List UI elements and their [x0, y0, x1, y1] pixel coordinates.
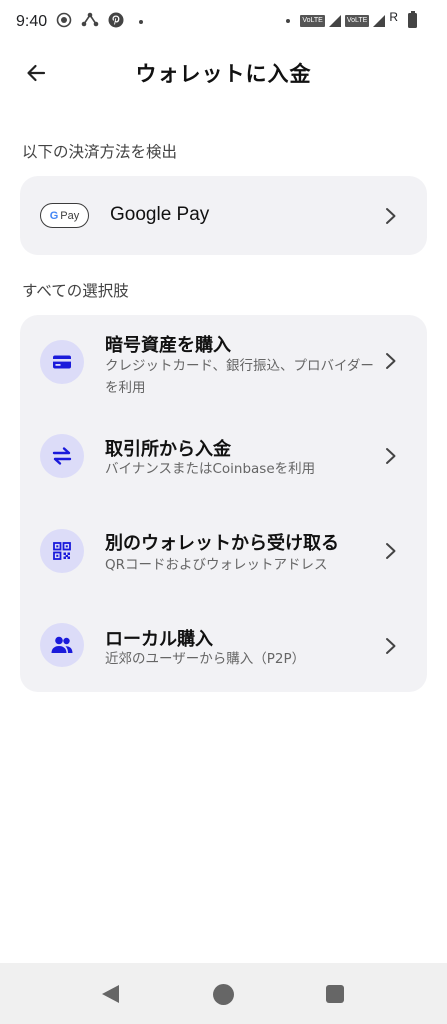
option-exchange-deposit[interactable]: 取引所から入金 バイナンスまたはCoinbaseを利用: [20, 411, 427, 501]
option-title: 暗号資産を購入: [105, 335, 231, 356]
qr-code-icon: [40, 529, 84, 573]
chevron-right-icon: [386, 448, 396, 464]
google-pay-badge-text: Pay: [60, 209, 80, 222]
detected-card: G Pay Google Pay: [20, 176, 427, 255]
detected-section-label: 以下の決済方法を検出: [22, 143, 178, 161]
google-pay-row[interactable]: G Pay Google Pay: [20, 176, 427, 255]
option-subtitle: クレジットカード、銀行振込、プロバイダーを利用: [105, 358, 374, 396]
back-button[interactable]: [20, 57, 52, 89]
status-dot: [286, 18, 291, 23]
nav-home-button[interactable]: [213, 984, 234, 1005]
chevron-right-icon: [386, 543, 396, 559]
card-icon: [40, 340, 84, 384]
roaming-indicator: R: [389, 9, 398, 24]
people-icon: [40, 623, 84, 667]
google-pay-label: Google Pay: [110, 204, 210, 225]
header: ウォレットに入金: [0, 44, 447, 102]
nav-back-button[interactable]: [102, 985, 119, 1003]
page-title: ウォレットに入金: [135, 62, 312, 86]
nav-recents-button[interactable]: [326, 985, 344, 1003]
options-section-label: すべての選択肢: [22, 282, 129, 300]
option-local-purchase[interactable]: ローカル購入 近郊のユーザーから購入（P2P）: [20, 601, 427, 691]
volte-badge-2: VoLTE: [344, 14, 370, 27]
option-receive-from-wallet[interactable]: 別のウォレットから受け取る QRコードおよびウォレットアドレス: [20, 505, 427, 597]
status-time: 9:40: [16, 13, 48, 30]
option-subtitle: バイナンスまたはCoinbaseを利用: [105, 461, 316, 477]
notification-dot: [139, 20, 144, 24]
option-subtitle: 近郊のユーザーから購入（P2P）: [105, 651, 306, 667]
option-subtitle: QRコードおよびウォレットアドレス: [105, 557, 328, 573]
arrow-left-icon: [27, 64, 46, 82]
option-title: 別のウォレットから受け取る: [105, 533, 339, 554]
volte-badge-1: VoLTE: [300, 14, 325, 27]
signal-icon-1: [328, 14, 341, 27]
option-buy-crypto[interactable]: 暗号資産を購入 クレジットカード、銀行振込、プロバイダーを利用: [20, 315, 427, 407]
status-bar: 9:40 VoLTE VoLTE R: [0, 0, 447, 44]
options-card: 暗号資産を購入 クレジットカード、銀行振込、プロバイダーを利用 取引所から入金 …: [20, 315, 427, 692]
chevron-right-icon: [386, 207, 396, 224]
record-icon: [56, 12, 72, 32]
signal-icon-2: [373, 14, 386, 27]
share-network-icon: [81, 12, 99, 32]
google-pay-logo: G Pay: [40, 203, 89, 228]
google-g-icon: G: [49, 209, 59, 222]
chevron-right-icon: [386, 353, 396, 369]
pinterest-icon: [108, 12, 124, 32]
battery-icon: [408, 11, 417, 28]
system-navigation-bar: [0, 963, 447, 1024]
chevron-right-icon: [386, 638, 396, 654]
exchange-icon: [40, 434, 84, 478]
